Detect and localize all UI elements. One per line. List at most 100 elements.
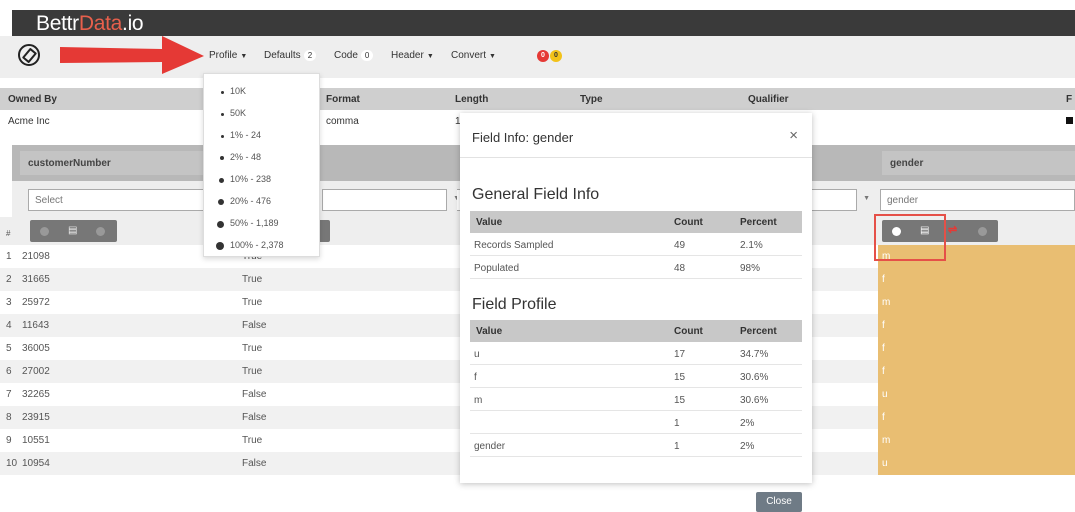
gender-value: u: [882, 458, 888, 469]
caret-down-icon: ▼: [489, 53, 496, 60]
table-icon[interactable]: ▤: [68, 225, 77, 236]
count-cell: 49: [674, 240, 686, 251]
compass-icon[interactable]: [18, 44, 40, 66]
count-heading: Count: [674, 326, 703, 337]
general-field-info-title: General Field Info: [472, 186, 600, 203]
gender-value: f: [882, 412, 885, 423]
row-number: 9: [6, 435, 12, 446]
gender-cell[interactable]: m: [878, 291, 1075, 314]
profile-menu-button[interactable]: Profile ▼: [209, 50, 247, 61]
percent-cell: 34.7%: [740, 349, 769, 360]
profile-table-header: Value Count Percent: [470, 320, 802, 342]
customer-number-cell: 21098: [22, 251, 50, 262]
value-heading: Value: [476, 326, 503, 337]
compare-icon[interactable]: ⇌: [948, 223, 957, 236]
percent-cell: 2%: [740, 418, 755, 429]
format-heading: Format: [326, 94, 360, 105]
value-cell: Populated: [474, 263, 520, 274]
code-button[interactable]: Code 0: [334, 50, 374, 61]
gender-value: f: [882, 343, 885, 354]
bullet-icon: [219, 177, 224, 183]
close-icon[interactable]: ×: [789, 127, 798, 144]
qualifier-heading: Qualifier: [748, 94, 789, 105]
gender-type-select[interactable]: gender: [880, 189, 1075, 211]
flag-cell: True: [242, 274, 263, 285]
row-number: 7: [6, 389, 12, 400]
value-cell: m: [474, 395, 483, 406]
profile-menu-item[interactable]: 10K: [221, 86, 246, 96]
gender-cell[interactable]: u: [878, 452, 1075, 475]
count-heading: Count: [674, 217, 703, 228]
customer-number-cell: 23915: [22, 412, 50, 423]
profile-menu-item[interactable]: 1% - 24: [221, 130, 261, 140]
convert-label: Convert: [451, 50, 487, 61]
warning-count-badge[interactable]: 0: [550, 50, 562, 62]
profile-menu-item[interactable]: 20% - 476: [218, 196, 271, 206]
flag-cell: True: [242, 435, 263, 446]
gender-cell[interactable]: f: [878, 406, 1075, 429]
header-menu-button[interactable]: Header ▼: [391, 50, 434, 61]
customer-number-cell: 10954: [22, 458, 50, 469]
gender-cell[interactable]: m: [878, 429, 1075, 452]
column-header-gender[interactable]: gender: [878, 145, 1075, 181]
gender-value: f: [882, 366, 885, 377]
format-value: comma: [326, 116, 359, 127]
gender-value: f: [882, 274, 885, 285]
gender-cell[interactable]: f: [878, 337, 1075, 360]
customer-number-cell: 27002: [22, 366, 50, 377]
bullet-icon: [221, 134, 224, 138]
gender-value: m: [882, 297, 891, 308]
defaults-button[interactable]: Defaults 2: [264, 50, 317, 61]
value-cell: gender: [474, 441, 506, 452]
owned-by-value: Acme Inc: [8, 116, 50, 127]
count-cell: 48: [674, 263, 686, 274]
gender-cell[interactable]: u: [878, 383, 1075, 406]
customer-number-cell: 25972: [22, 297, 50, 308]
circle-icon[interactable]: [978, 227, 987, 236]
percent-cell: 2.1%: [740, 240, 763, 251]
check-icon[interactable]: [40, 227, 49, 236]
middle-type-select[interactable]: ▼: [322, 189, 460, 211]
select-placeholder: Select: [35, 195, 63, 206]
percent-heading: Percent: [740, 217, 777, 228]
gender-value: f: [882, 320, 885, 331]
bullet-icon: [220, 156, 224, 160]
flag-cell: True: [242, 297, 263, 308]
percent-cell: 30.6%: [740, 372, 769, 383]
close-button[interactable]: Close: [756, 492, 802, 512]
profile-menu-item[interactable]: 100% - 2,378: [216, 240, 284, 250]
circle-icon[interactable]: [96, 227, 105, 236]
error-count-badge[interactable]: 0: [537, 50, 549, 62]
convert-menu-button[interactable]: Convert ▼: [451, 50, 496, 61]
gender-cell[interactable]: f: [878, 314, 1075, 337]
profile-menu-item[interactable]: 2% - 48: [220, 152, 261, 162]
bullet-icon: [221, 90, 224, 94]
customernumber-actions[interactable]: ▤: [30, 220, 117, 242]
profile-menu-item[interactable]: 10% - 238: [219, 174, 271, 184]
brand-part1: Bettr: [36, 12, 79, 35]
row-number: 3: [6, 297, 12, 308]
customer-number-cell: 10551: [22, 435, 50, 446]
profile-menu-item[interactable]: 50% - 1,189: [217, 218, 279, 228]
customer-number-cell: 36005: [22, 343, 50, 354]
value-cell: Records Sampled: [474, 240, 554, 251]
extra-heading: F: [1066, 94, 1073, 105]
brand-logo[interactable]: BettrData.io: [36, 10, 144, 36]
customernumber-type-select[interactable]: Select: [28, 189, 228, 211]
gender-cell[interactable]: f: [878, 360, 1075, 383]
general-table-header: Value Count Percent: [470, 211, 802, 233]
count-cell: 15: [674, 395, 686, 406]
table-row: f 15 30.6%: [470, 365, 802, 388]
profile-menu-item[interactable]: 50K: [221, 108, 246, 118]
profile-dropdown-menu: 10K 50K 1% - 24 2% - 48 10% - 238 20% - 476 50…: [203, 73, 320, 257]
bullet-icon: [221, 112, 224, 116]
header-label: Header: [391, 50, 424, 61]
percent-cell: 98%: [740, 263, 761, 274]
row-number: 6: [6, 366, 12, 377]
title-bar: BettrData.io: [12, 10, 1075, 36]
caret-down-icon: ▼: [426, 53, 434, 60]
gender-cell[interactable]: f: [878, 268, 1075, 291]
percent-cell: 2%: [740, 441, 755, 452]
table-row: m 15 30.6%: [470, 388, 802, 411]
brand-part2: Data: [78, 12, 123, 35]
